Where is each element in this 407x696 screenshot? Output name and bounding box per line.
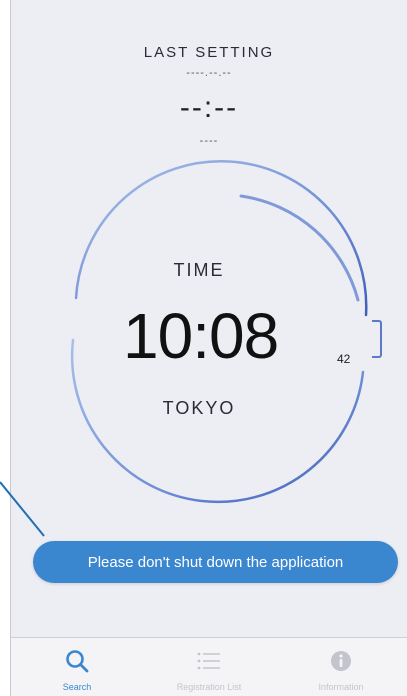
clock-seconds: 42 [337,352,351,366]
tab-registration-list-label: Registration List [176,682,242,692]
last-setting-time: --:-- [179,91,239,124]
tab-information-label: Information [318,682,364,692]
app-screen: LAST SETTING ----.--.-- --:-- ---- TIME … [10,0,407,696]
clock-time: 10:08 [123,300,279,372]
toast-message: Please don't shut down the application [87,553,344,571]
last-setting-title: LAST SETTING [143,44,275,61]
last-setting-city: ---- [199,135,219,147]
list-icon [197,652,220,670]
last-setting-panel: LAST SETTING ----.--.-- --:-- ---- [11,44,407,147]
last-setting-date: ----.--.-- [186,67,232,79]
tab-search-label: Search [62,682,92,692]
warning-toast: Please don't shut down the application [33,541,398,583]
tab-search[interactable]: Search [11,638,143,696]
tab-information[interactable]: Information [275,638,407,696]
watch-crown [372,320,382,358]
search-icon [66,650,89,673]
info-icon [331,651,351,671]
tab-registration-list[interactable]: Registration List [143,638,275,696]
bottom-tab-bar: Search Registration List Information [11,637,407,696]
clock-city: TOKYO [162,398,236,418]
clock-label: TIME [173,260,225,280]
